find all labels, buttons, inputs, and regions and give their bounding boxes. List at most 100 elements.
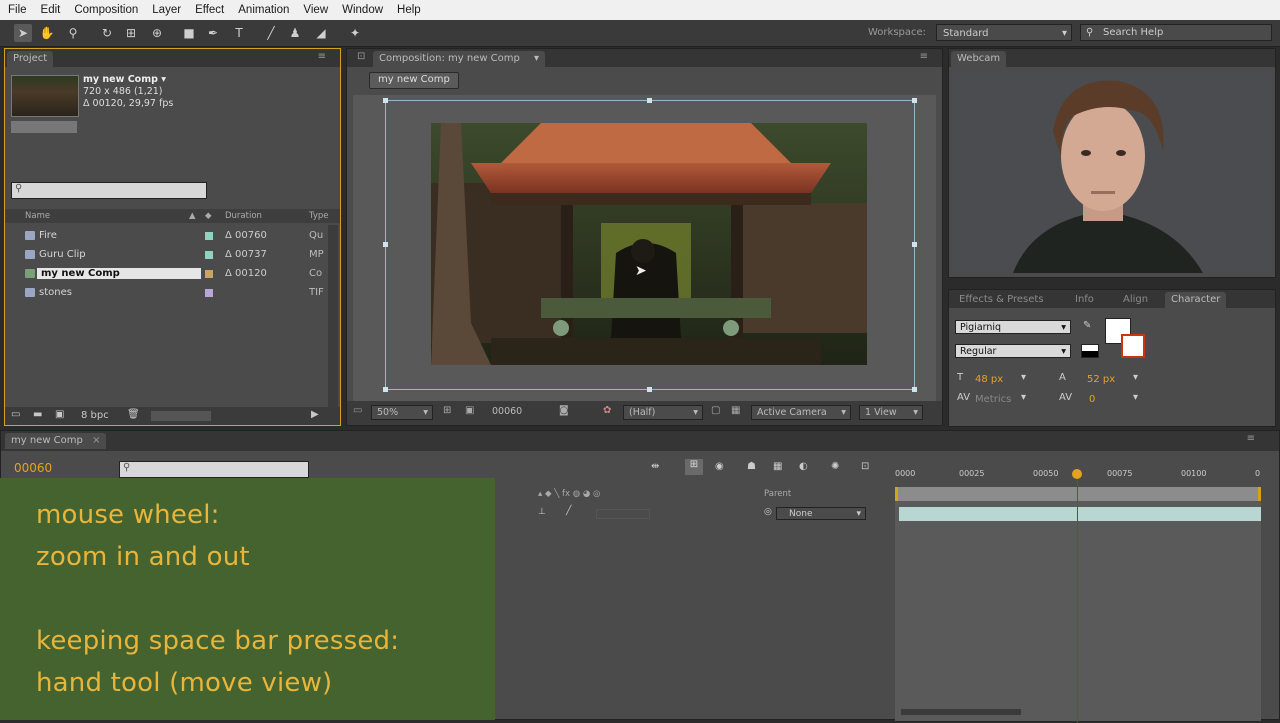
magnification-dropdown[interactable]: 50% ▾ (371, 405, 433, 420)
menu-window[interactable]: Window (335, 4, 390, 16)
project-item-my-new-comp[interactable]: my new Comp Δ 00120 Co (5, 265, 340, 283)
label-swatch[interactable] (205, 270, 213, 278)
layer-duration-bar[interactable] (899, 507, 1261, 521)
composition-mini-flowchart-icon[interactable]: ⇹ (651, 461, 659, 472)
menu-file[interactable]: File (0, 4, 34, 16)
region-of-interest-icon[interactable]: ▢ (711, 405, 720, 416)
lock-icon[interactable]: ⊡ (357, 51, 365, 62)
current-time-indicator[interactable] (1072, 469, 1082, 479)
menu-help[interactable]: Help (390, 4, 428, 16)
column-parent[interactable]: Parent (764, 489, 791, 499)
stroke-color-swatch[interactable] (1121, 334, 1145, 358)
close-icon[interactable]: × (92, 435, 100, 446)
transform-handle[interactable] (647, 98, 652, 103)
menu-view[interactable]: View (296, 4, 335, 16)
selection-tool-icon[interactable]: ➤ (14, 24, 32, 42)
work-area-bar[interactable] (895, 487, 1261, 501)
timeline-zoom-slider[interactable] (901, 709, 1021, 715)
hide-shy-layers-icon[interactable]: ☗ (747, 461, 756, 472)
trash-icon[interactable]: 🗑 (127, 409, 140, 420)
always-preview-icon[interactable]: ▭ (353, 405, 362, 416)
tab-align[interactable]: Align (1117, 292, 1154, 308)
tab-project[interactable]: Project (7, 51, 54, 67)
eraser-tool-icon[interactable]: ◢ (312, 24, 330, 42)
menu-effect[interactable]: Effect (188, 4, 231, 16)
project-item-guru-clip[interactable]: Guru Clip Δ 00737 MP (5, 246, 340, 264)
scroll-right-icon[interactable]: ▶ (311, 409, 319, 420)
transform-handle[interactable] (383, 387, 388, 392)
menu-layer[interactable]: Layer (145, 4, 188, 16)
playhead-line[interactable] (1077, 475, 1078, 723)
composition-viewer[interactable]: ➤ (353, 95, 936, 401)
font-style-dropdown[interactable]: Regular ▾ (955, 344, 1071, 358)
panel-menu-icon[interactable]: ≡ (1247, 433, 1255, 444)
transform-handle[interactable] (912, 242, 917, 247)
menu-animation[interactable]: Animation (231, 4, 296, 16)
rectangle-tool-icon[interactable]: ■ (180, 24, 198, 42)
new-folder-icon[interactable]: ▬ (33, 409, 42, 420)
layer-search-input[interactable]: ⚲ (119, 461, 309, 478)
current-time-display[interactable]: 00060 (14, 461, 52, 475)
transform-handle[interactable] (912, 98, 917, 103)
interpret-footage-icon[interactable]: ▭ (11, 409, 20, 420)
project-item-stones[interactable]: stones TIF (5, 284, 340, 302)
zoom-tool-icon[interactable]: ⚲ (64, 24, 82, 42)
frame-blending-icon[interactable]: ▦ (773, 461, 782, 472)
project-scrollbar[interactable] (328, 225, 338, 425)
chevron-down-icon[interactable]: ▾ (1021, 392, 1026, 403)
puppet-pin-tool-icon[interactable]: ✦ (346, 24, 364, 42)
channels-icon[interactable]: ✿ (603, 405, 611, 416)
bit-depth-button[interactable]: 8 bpc (81, 410, 109, 421)
mask-visibility-icon[interactable]: ▣ (465, 405, 474, 416)
graph-editor-icon[interactable]: ⊡ (861, 461, 869, 472)
layer-row[interactable]: ⊥ ╱ ◎ None ▾ (496, 506, 894, 522)
transform-handle[interactable] (383, 98, 388, 103)
tab-webcam[interactable]: Webcam (951, 51, 1007, 67)
label-swatch[interactable] (205, 251, 213, 259)
transform-handle[interactable] (383, 242, 388, 247)
label-swatch[interactable] (205, 232, 213, 240)
safe-margins-icon[interactable]: ⊞ (443, 405, 451, 416)
layer-switches[interactable] (596, 509, 650, 519)
type-tool-icon[interactable]: T (230, 24, 248, 42)
chevron-down-icon[interactable]: ▾ (1133, 372, 1138, 383)
pick-whip-icon[interactable]: ◎ (764, 507, 772, 517)
column-duration[interactable]: Duration (225, 211, 262, 221)
column-name[interactable]: Name (25, 211, 50, 221)
live-update-icon[interactable]: ⊞ (685, 459, 703, 475)
transform-handle[interactable] (912, 387, 917, 392)
kerning-value[interactable]: Metrics (975, 394, 1011, 405)
chevron-down-icon[interactable]: ▾ (1133, 392, 1138, 403)
tracking-value[interactable]: 0 (1089, 394, 1095, 405)
tab-character[interactable]: Character (1165, 292, 1227, 308)
tab-composition[interactable]: Composition: my new Comp ▾ (373, 51, 545, 67)
label-swatch[interactable] (205, 289, 213, 297)
search-help-input[interactable]: ⚲ Search Help (1080, 24, 1272, 41)
font-size-value[interactable]: 48 px (975, 374, 1003, 385)
tab-my-new-comp[interactable]: my new Comp × (5, 433, 107, 449)
workspace-dropdown[interactable]: Standard ▾ (936, 24, 1072, 41)
resolution-dropdown[interactable]: (Half) ▾ (623, 405, 703, 420)
menu-edit[interactable]: Edit (34, 4, 68, 16)
rotate-tool-icon[interactable]: ↻ (98, 24, 116, 42)
current-time-display[interactable]: 00060 (487, 405, 553, 420)
brush-tool-icon[interactable]: ╱ (262, 24, 280, 42)
comp-navigator-tab[interactable]: my new Comp (369, 72, 459, 89)
new-composition-icon[interactable]: ▣ (55, 409, 64, 420)
panel-menu-icon[interactable]: ≡ (920, 51, 928, 62)
project-search-input[interactable]: ⚲ (11, 182, 207, 199)
project-item-fire[interactable]: Fire Δ 00760 Qu (5, 227, 340, 245)
parent-dropdown[interactable]: None ▾ (776, 507, 866, 520)
snapshot-icon[interactable]: ◙ (559, 405, 569, 416)
black-white-swatch[interactable] (1081, 344, 1099, 358)
pen-tool-icon[interactable]: ✒ (204, 24, 222, 42)
hand-tool-icon[interactable]: ✋ (38, 24, 56, 42)
draft-3d-icon[interactable]: ◉ (715, 461, 724, 472)
transparency-grid-icon[interactable]: ▦ (731, 405, 740, 416)
transform-handle[interactable] (647, 387, 652, 392)
selected-item-name[interactable]: my new Comp ▾ (83, 74, 173, 86)
font-family-dropdown[interactable]: Pigiarniq ▾ (955, 320, 1071, 334)
view-layout-dropdown[interactable]: 1 View ▾ (859, 405, 923, 420)
leading-value[interactable]: 52 px (1087, 374, 1115, 385)
pan-behind-tool-icon[interactable]: ⊕ (148, 24, 166, 42)
